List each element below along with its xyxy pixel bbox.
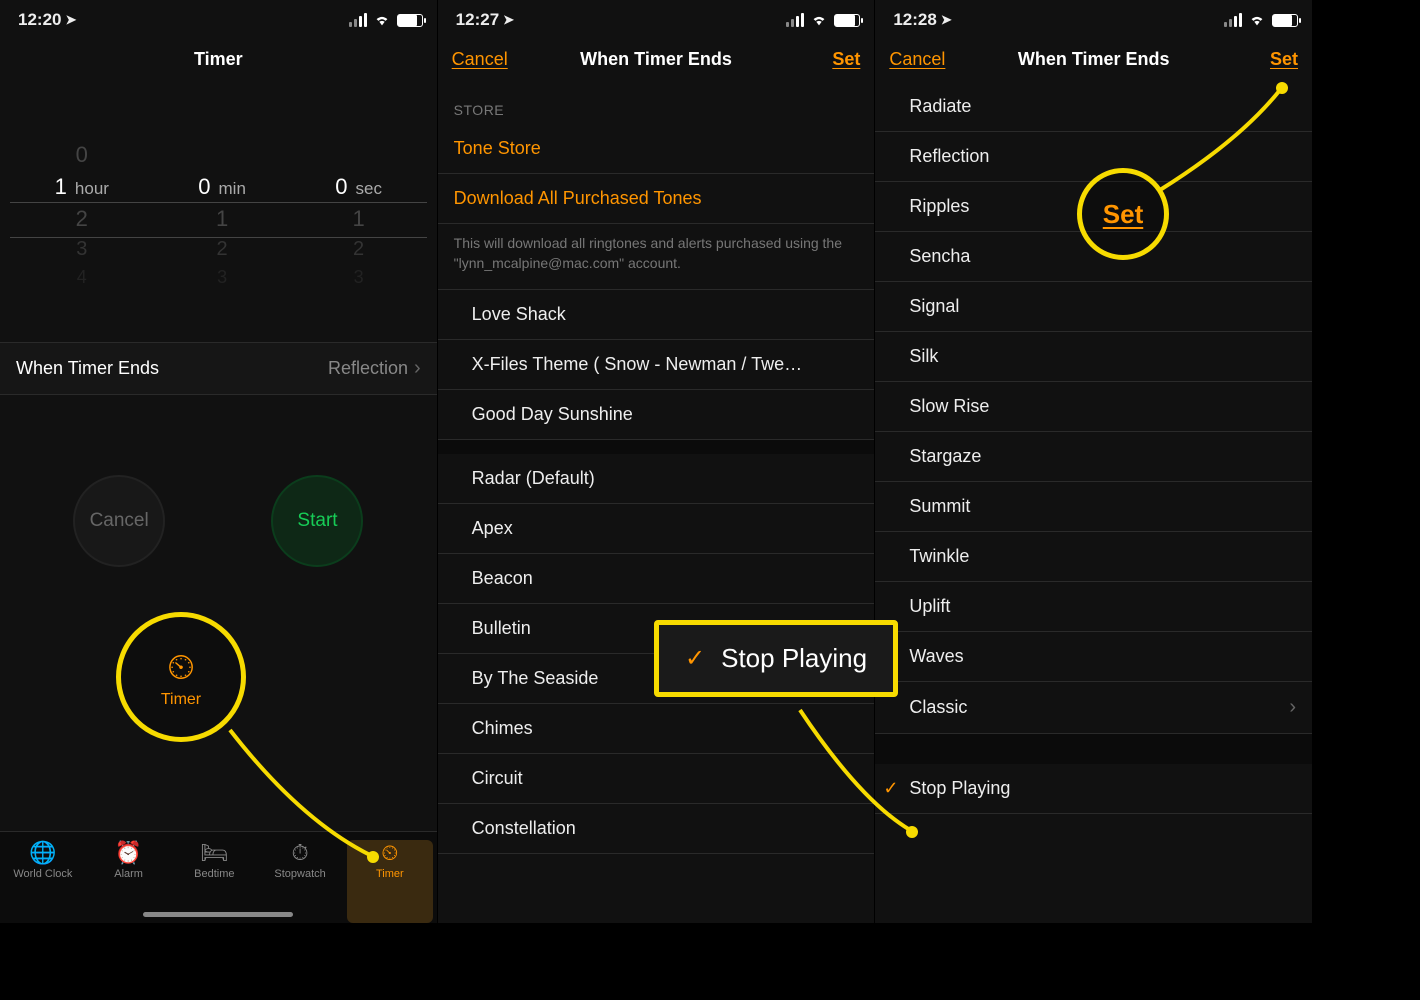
tone-store-link[interactable]: Tone Store [438,124,875,174]
checkmark-icon: ✓ [883,778,898,799]
location-icon: ➤ [941,12,952,28]
tone-item[interactable]: Silk [875,332,1312,382]
classic-row[interactable]: Classic › [875,682,1312,734]
tone-list[interactable]: Radiate Reflection Ripples Sencha Signal… [875,82,1312,923]
cellular-icon [786,13,804,27]
wifi-icon [1248,13,1266,27]
tone-item[interactable]: Bulletin [438,604,875,654]
tone-item[interactable]: Apex [438,504,875,554]
tone-item[interactable]: Summit [875,482,1312,532]
tone-item[interactable]: Beacon [438,554,875,604]
when-timer-ends-label: When Timer Ends [16,358,159,379]
status-time: 12:20 [18,10,61,30]
tone-item[interactable]: Radar (Default) [438,454,875,504]
nav-header: Timer [0,36,437,82]
picker-minutes[interactable]: 0min 1 2 3 [198,142,246,302]
tone-item[interactable]: Radiate [875,82,1312,132]
tone-item[interactable]: Constellation [438,804,875,854]
picker-hours[interactable]: 0 1hour 2 3 4 [55,142,109,302]
battery-icon [1272,14,1298,27]
screen-sounds-bottom: 12:28 ➤ Cancel When Timer Ends Set Radia… [875,0,1312,923]
location-icon: ➤ [65,12,76,28]
section-header-store: STORE [438,82,875,124]
status-time: 12:27 [456,10,499,30]
globe-icon: 🌐 [28,840,58,866]
tone-item[interactable]: Chimes [438,704,875,754]
cancel-button[interactable]: Cancel [452,49,508,70]
action-buttons: Cancel Start [0,475,437,567]
page-title: When Timer Ends [580,49,732,70]
tab-stopwatch[interactable]: ⏱ Stopwatch [257,840,343,923]
bed-icon: 🛏 [199,840,229,866]
tone-item[interactable]: Reflection [875,132,1312,182]
tab-bar: 🌐 World Clock ⏰ Alarm 🛏 Bedtime ⏱ Stopwa… [0,831,437,923]
tone-item[interactable]: By The Seaside [438,654,875,704]
nav-header: Cancel When Timer Ends Set [438,36,875,82]
nav-header: Cancel When Timer Ends Set [875,36,1312,82]
home-indicator[interactable] [143,912,293,917]
tone-item[interactable]: Sencha [875,232,1312,282]
status-bar: 12:20 ➤ [0,0,437,36]
status-bar: 12:28 ➤ [875,0,1312,36]
set-button[interactable]: Set [1270,49,1298,70]
battery-icon [397,14,423,27]
ringtone-item[interactable]: Good Day Sunshine [438,390,875,440]
tone-list[interactable]: STORE Tone Store Download All Purchased … [438,82,875,923]
ringtone-item[interactable]: X-Files Theme ( Snow - Newman / Twe… [438,340,875,390]
tab-worldclock[interactable]: 🌐 World Clock [0,840,86,923]
tone-item[interactable]: Ripples [875,182,1312,232]
when-timer-ends-row[interactable]: When Timer Ends Reflection › [0,342,437,395]
cellular-icon [1224,13,1242,27]
cancel-button[interactable]: Cancel [73,475,165,567]
tab-alarm[interactable]: ⏰ Alarm [86,840,172,923]
tone-item[interactable]: Uplift [875,582,1312,632]
download-all-link[interactable]: Download All Purchased Tones [438,174,875,224]
tone-item[interactable]: Signal [875,282,1312,332]
download-note: This will download all ringtones and ale… [438,224,875,290]
status-bar: 12:27 ➤ [438,0,875,36]
status-time: 12:28 [893,10,936,30]
tone-item[interactable]: Slow Rise [875,382,1312,432]
chevron-right-icon: › [414,357,421,380]
cancel-button[interactable]: Cancel [889,49,945,70]
set-button[interactable]: Set [832,49,860,70]
picker-seconds[interactable]: 0sec 1 2 3 [335,142,382,302]
ringtone-item[interactable]: Love Shack [438,290,875,340]
start-button[interactable]: Start [271,475,363,567]
stop-playing-row[interactable]: ✓ Stop Playing [875,764,1312,814]
location-icon: ➤ [503,12,514,28]
stopwatch-icon: ⏱ [285,840,315,866]
tone-item[interactable]: Stargaze [875,432,1312,482]
time-picker[interactable]: 0 1hour 2 3 4 0min 1 2 3 0sec 1 2 3 [0,142,437,302]
wifi-icon [373,13,391,27]
alarm-icon: ⏰ [114,840,144,866]
tone-item[interactable]: Twinkle [875,532,1312,582]
page-title: Timer [194,49,243,70]
screen-timer: 12:20 ➤ Timer 0 1hour 2 3 4 0mi [0,0,438,923]
cellular-icon [349,13,367,27]
wifi-icon [810,13,828,27]
screen-sounds-top: 12:27 ➤ Cancel When Timer Ends Set STORE… [438,0,876,923]
tab-timer[interactable]: ⏲ Timer [347,840,433,923]
when-timer-ends-value: Reflection [328,358,408,379]
tone-item[interactable]: Circuit [438,754,875,804]
timer-icon: ⏲ [375,840,405,866]
tone-item[interactable]: Waves [875,632,1312,682]
page-title: When Timer Ends [1018,49,1170,70]
tab-bedtime[interactable]: 🛏 Bedtime [171,840,257,923]
battery-icon [834,14,860,27]
chevron-right-icon: › [1289,696,1296,719]
